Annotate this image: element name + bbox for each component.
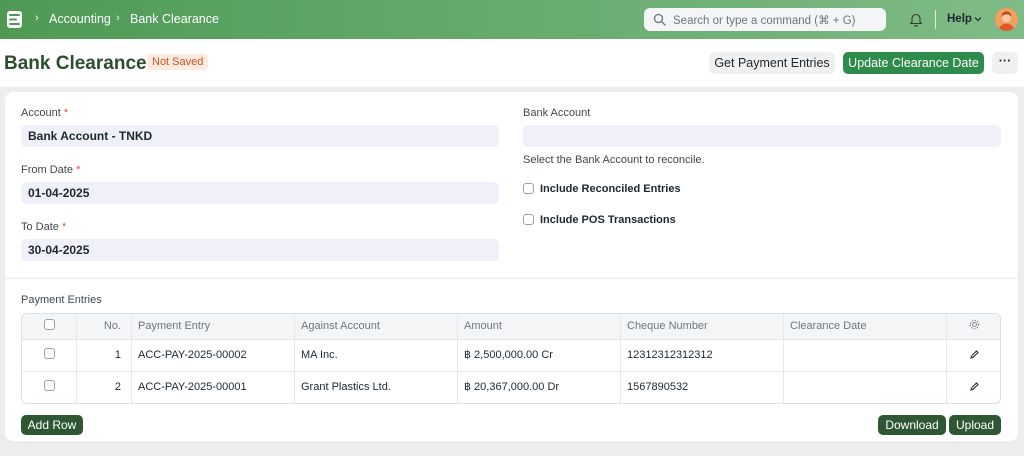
gear-icon[interactable] (969, 319, 980, 330)
account-label: Account * (21, 107, 69, 119)
row-select-cell (22, 340, 76, 371)
status-badge: Not Saved (147, 54, 209, 70)
app-logo-icon[interactable] (7, 11, 22, 28)
more-actions-button[interactable]: ··· (992, 52, 1018, 74)
cheque-number-cell[interactable]: 12312312312312 (620, 340, 783, 371)
select-all-checkbox[interactable] (43, 319, 55, 330)
table-row[interactable]: 1 ACC-PAY-2025-00002 MA Inc. ฿ 2,500,000… (22, 339, 1000, 371)
avatar[interactable] (995, 8, 1018, 31)
row-number: 1 (76, 340, 131, 371)
clearance-date-cell[interactable] (783, 340, 946, 371)
chevron-right-icon: › (35, 12, 39, 24)
search-bar[interactable]: Search or type a command (⌘ + G) (644, 8, 886, 31)
row-edit-cell (946, 372, 1000, 403)
upload-button[interactable]: Upload (949, 415, 1001, 435)
table-row[interactable]: 2 ACC-PAY-2025-00001 Grant Plastics Ltd.… (22, 371, 1000, 403)
checkbox-icon[interactable] (523, 183, 534, 194)
column-header-clearance-date: Clearance Date (783, 314, 946, 339)
column-header-against-account: Against Account (294, 314, 457, 339)
column-header-amount: Amount (457, 314, 620, 339)
download-button[interactable]: Download (878, 415, 946, 435)
column-settings-cell (946, 314, 1000, 339)
to-date-label: To Date * (21, 221, 67, 233)
column-header-payment-entry: Payment Entry (131, 314, 294, 339)
section-divider (5, 278, 1018, 279)
row-checkbox[interactable] (43, 348, 55, 359)
row-edit-cell (946, 340, 1000, 371)
column-header-cheque-number: Cheque Number (620, 314, 783, 339)
update-clearance-date-button[interactable]: Update Clearance Date (843, 52, 984, 74)
include-pos-checkbox[interactable]: Include POS Transactions (523, 214, 676, 226)
help-menu[interactable]: Help (947, 13, 972, 25)
row-checkbox[interactable] (43, 380, 55, 391)
payment-entries-table: No. Payment Entry Against Account Amount… (21, 313, 1001, 404)
amount-cell[interactable]: ฿ 2,500,000.00 Cr (457, 340, 620, 371)
notification-bell-icon[interactable] (909, 12, 923, 27)
chevron-right-icon: › (116, 12, 120, 24)
row-number: 2 (76, 372, 131, 403)
navbar-divider (935, 10, 936, 29)
bank-account-description: Select the Bank Account to reconcile. (523, 154, 705, 166)
user-avatar-icon (995, 8, 1018, 31)
select-all-cell (22, 314, 76, 339)
row-select-cell (22, 372, 76, 403)
table-header-row: No. Payment Entry Against Account Amount… (22, 314, 1000, 339)
bank-account-field[interactable] (523, 125, 1001, 147)
edit-pencil-icon[interactable] (970, 382, 979, 391)
clearance-date-cell[interactable] (783, 372, 946, 403)
checkbox-icon[interactable] (523, 214, 534, 225)
cheque-number-cell[interactable]: 1567890532 (620, 372, 783, 403)
chevron-down-icon[interactable] (974, 16, 982, 22)
from-date-label: From Date * (21, 164, 81, 176)
top-navbar: › Accounting › Bank Clearance Search or … (0, 0, 1024, 39)
breadcrumb-bank-clearance[interactable]: Bank Clearance (130, 12, 219, 26)
add-row-button[interactable]: Add Row (21, 415, 83, 435)
page-header: Bank Clearance Not Saved Get Payment Ent… (0, 39, 1024, 87)
page-title: Bank Clearance (4, 53, 147, 74)
payment-entry-cell[interactable]: ACC-PAY-2025-00002 (131, 340, 294, 371)
against-account-cell[interactable]: MA Inc. (294, 340, 457, 371)
include-reconciled-label: Include Reconciled Entries (540, 183, 681, 195)
account-field[interactable]: Bank Account - TNKD (21, 125, 499, 147)
column-header-no: No. (76, 314, 131, 339)
bank-account-label: Bank Account (523, 107, 591, 119)
search-icon (653, 13, 666, 26)
search-placeholder: Search or type a command (⌘ + G) (673, 15, 856, 27)
payment-entry-cell[interactable]: ACC-PAY-2025-00001 (131, 372, 294, 403)
include-pos-label: Include POS Transactions (540, 214, 676, 226)
payment-entries-label: Payment Entries (21, 294, 102, 306)
against-account-cell[interactable]: Grant Plastics Ltd. (294, 372, 457, 403)
amount-cell[interactable]: ฿ 20,367,000.00 Dr (457, 372, 620, 403)
edit-pencil-icon[interactable] (970, 350, 979, 359)
form-card: Account * Bank Account - TNKD From Date … (5, 92, 1018, 441)
get-payment-entries-button[interactable]: Get Payment Entries (709, 52, 835, 74)
breadcrumb-accounting[interactable]: Accounting (49, 12, 111, 26)
to-date-field[interactable]: 30-04-2025 (21, 239, 499, 261)
from-date-field[interactable]: 01-04-2025 (21, 182, 499, 204)
include-reconciled-checkbox[interactable]: Include Reconciled Entries (523, 183, 681, 195)
